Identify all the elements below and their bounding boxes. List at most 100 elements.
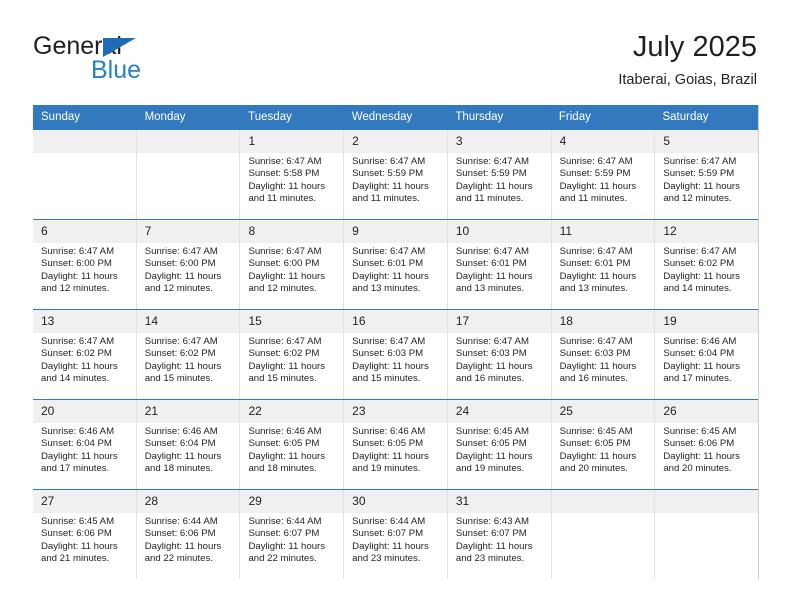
day-cell-9[interactable]: 9 Sunrise: 6:47 AM Sunset: 6:01 PM Daylight… — [343, 220, 447, 309]
day-cell-18[interactable]: 18 Sunrise: 6:47 AM Sunset: 6:03 PM Dayligh… — [550, 310, 655, 399]
day-cell-20[interactable]: 20 Sunrise: 6:46 AM Sunset: 6:04 PM Dayligh… — [33, 400, 136, 489]
day-cell-11[interactable]: 11 Sunrise: 6:47 AM Sunset: 6:01 PM Dayligh… — [550, 220, 655, 309]
sunrise-text: Sunrise: 6:47 AM — [559, 336, 633, 347]
day-number: 13 — [33, 310, 136, 333]
sunrise-text: Sunrise: 6:46 AM — [663, 336, 737, 347]
sunrise-text: Sunrise: 6:43 AM — [455, 516, 529, 527]
day-number: 21 — [136, 400, 240, 423]
daylight-text: Daylight: 11 hours and 16 minutes. — [455, 360, 533, 385]
day-cell-19[interactable]: 19 Sunrise: 6:46 AM Sunset: 6:04 PM Dayligh… — [654, 310, 759, 399]
sunset-text: Sunset: 6:05 PM — [352, 438, 424, 450]
day-details: Sunrise: 6:43 AM Sunset: 6:07 PM Daylight:… — [448, 513, 551, 566]
day-details: Sunrise: 6:47 AM Sunset: 6:02 PM Daylight:… — [33, 333, 136, 386]
calendar-week-row: 27 Sunrise: 6:45 AM Sunset: 6:06 PM Dayligh… — [33, 489, 759, 579]
sunset-text: Sunset: 5:59 PM — [663, 168, 735, 180]
day-cell-13[interactable]: 13 Sunrise: 6:47 AM Sunset: 6:02 PM Dayligh… — [33, 310, 136, 399]
day-details: Sunrise: 6:47 AM Sunset: 5:59 PM Daylight:… — [655, 153, 758, 206]
day-number: 7 — [136, 220, 240, 243]
daylight-text: Daylight: 11 hours and 23 minutes. — [455, 540, 533, 565]
day-details: Sunrise: 6:45 AM Sunset: 6:05 PM Daylight:… — [448, 423, 551, 476]
day-details: Sunrise: 6:47 AM Sunset: 6:02 PM Daylight:… — [137, 333, 240, 386]
day-cell-30[interactable]: 30 Sunrise: 6:44 AM Sunset: 6:07 PM Dayligh… — [343, 490, 447, 579]
sunrise-text: Sunrise: 6:47 AM — [663, 156, 737, 167]
day-details: Sunrise: 6:45 AM Sunset: 6:06 PM Daylight:… — [655, 423, 758, 476]
sunrise-text: Sunrise: 6:47 AM — [455, 336, 529, 347]
day-cell-6[interactable]: 6 Sunrise: 6:47 AM Sunset: 6:00 PM Daylight… — [33, 220, 136, 309]
day-cell-29[interactable]: 29 Sunrise: 6:44 AM Sunset: 6:07 PM Dayligh… — [239, 490, 344, 579]
day-cell-1[interactable]: 1 Sunrise: 6:47 AM Sunset: 5:58 PM Daylight… — [239, 130, 344, 219]
day-cell-21[interactable]: 21 Sunrise: 6:46 AM Sunset: 6:04 PM Dayligh… — [135, 400, 240, 489]
day-cell-2[interactable]: 2 Sunrise: 6:47 AM Sunset: 5:59 PM Daylight… — [343, 130, 447, 219]
day-cell-16[interactable]: 16 Sunrise: 6:47 AM Sunset: 6:03 PM Dayligh… — [343, 310, 447, 399]
sunset-text: Sunset: 6:01 PM — [455, 258, 527, 270]
sunset-text: Sunset: 6:05 PM — [455, 438, 527, 450]
day-details: Sunrise: 6:47 AM Sunset: 6:01 PM Daylight:… — [344, 243, 447, 296]
daylight-text: Daylight: 11 hours and 12 minutes. — [248, 270, 326, 295]
day-details: Sunrise: 6:47 AM Sunset: 5:59 PM Daylight:… — [552, 153, 655, 206]
sunrise-text: Sunrise: 6:45 AM — [663, 426, 737, 437]
daylight-text: Daylight: 11 hours and 19 minutes. — [352, 450, 429, 475]
triangle-icon — [103, 38, 136, 57]
sunset-text: Sunset: 6:03 PM — [455, 348, 527, 360]
daylight-text: Daylight: 11 hours and 22 minutes. — [144, 540, 222, 565]
day-cell-17[interactable]: 17 Sunrise: 6:47 AM Sunset: 6:03 PM Dayligh… — [446, 310, 551, 399]
sunset-text: Sunset: 6:01 PM — [352, 258, 424, 270]
sunset-text: Sunset: 6:07 PM — [352, 528, 424, 540]
page-header: General Blue July 2025 Itaberai, Goias, … — [33, 31, 757, 94]
daylight-text: Daylight: 11 hours and 18 minutes. — [248, 450, 326, 475]
daylight-text: Daylight: 11 hours and 11 minutes. — [559, 180, 637, 205]
sunrise-text: Sunrise: 6:46 AM — [41, 426, 115, 437]
sunset-text: Sunset: 5:59 PM — [559, 168, 631, 180]
calendar-week-row: 1 Sunrise: 6:47 AM Sunset: 5:58 PM Daylight… — [33, 130, 759, 219]
day-number: 30 — [344, 490, 447, 513]
day-number: 23 — [344, 400, 447, 423]
day-details: Sunrise: 6:46 AM Sunset: 6:04 PM Daylight:… — [33, 423, 136, 476]
day-details: Sunrise: 6:44 AM Sunset: 6:07 PM Daylight:… — [344, 513, 447, 566]
day-details: Sunrise: 6:47 AM Sunset: 6:01 PM Daylight:… — [448, 243, 551, 296]
sunset-text: Sunset: 6:04 PM — [41, 438, 112, 450]
day-details: Sunrise: 6:44 AM Sunset: 6:06 PM Daylight:… — [137, 513, 240, 566]
day-cell-24[interactable]: 24 Sunrise: 6:45 AM Sunset: 6:05 PM Dayligh… — [446, 400, 551, 489]
sunset-text: Sunset: 6:00 PM — [41, 258, 112, 270]
sunset-text: Sunset: 5:59 PM — [455, 168, 527, 180]
logo[interactable]: General Blue — [33, 32, 293, 90]
weekday-header-friday: Friday — [558, 111, 591, 123]
sunrise-text: Sunrise: 6:44 AM — [248, 516, 322, 527]
sunset-text: Sunset: 6:02 PM — [41, 348, 112, 360]
daylight-text: Daylight: 11 hours and 22 minutes. — [248, 540, 326, 565]
weekday-header-tuesday: Tuesday — [248, 111, 292, 123]
calendar-body: 1 Sunrise: 6:47 AM Sunset: 5:58 PM Daylight… — [33, 130, 759, 579]
day-number: 28 — [136, 490, 240, 513]
day-cell-3[interactable]: 3 Sunrise: 6:47 AM Sunset: 5:59 PM Daylight… — [446, 130, 551, 219]
daylight-text: Daylight: 11 hours and 12 minutes. — [144, 270, 222, 295]
calendar-grid: Sunday Monday Tuesday Wednesday Thursday Frid… — [33, 105, 759, 579]
day-number: 19 — [655, 310, 759, 333]
day-details: Sunrise: 6:47 AM Sunset: 5:58 PM Daylight:… — [240, 153, 343, 206]
day-cell-23[interactable]: 23 Sunrise: 6:46 AM Sunset: 6:05 PM Dayligh… — [343, 400, 447, 489]
sunrise-text: Sunrise: 6:46 AM — [248, 426, 322, 437]
day-cell-5[interactable]: 5 Sunrise: 6:47 AM Sunset: 5:59 PM Daylight… — [654, 130, 759, 219]
day-cell-22[interactable]: 22 Sunrise: 6:46 AM Sunset: 6:05 PM Dayligh… — [239, 400, 344, 489]
day-cell-26[interactable]: 26 Sunrise: 6:45 AM Sunset: 6:06 PM Dayligh… — [654, 400, 759, 489]
day-cell-28[interactable]: 28 Sunrise: 6:44 AM Sunset: 6:06 PM Dayligh… — [135, 490, 240, 579]
sunset-text: Sunset: 6:05 PM — [559, 438, 631, 450]
day-cell-8[interactable]: 8 Sunrise: 6:47 AM Sunset: 6:00 PM Daylight… — [239, 220, 344, 309]
day-cell-31[interactable]: 31 Sunrise: 6:43 AM Sunset: 6:07 PM Dayligh… — [446, 490, 551, 579]
day-details: Sunrise: 6:46 AM Sunset: 6:04 PM Daylight:… — [137, 423, 240, 476]
day-cell-14[interactable]: 14 Sunrise: 6:47 AM Sunset: 6:02 PM Dayligh… — [135, 310, 240, 399]
day-number: 27 — [33, 490, 136, 513]
day-number — [136, 130, 240, 153]
sunset-text: Sunset: 6:06 PM — [144, 528, 216, 540]
day-cell-10[interactable]: 10 Sunrise: 6:47 AM Sunset: 6:01 PM Dayligh… — [446, 220, 551, 309]
day-cell-7[interactable]: 7 Sunrise: 6:47 AM Sunset: 6:00 PM Daylight… — [135, 220, 240, 309]
day-cell-12[interactable]: 12 Sunrise: 6:47 AM Sunset: 6:02 PM Dayligh… — [654, 220, 759, 309]
sunrise-text: Sunrise: 6:47 AM — [248, 246, 322, 257]
day-cell-25[interactable]: 25 Sunrise: 6:45 AM Sunset: 6:05 PM Dayligh… — [550, 400, 655, 489]
day-cell-4[interactable]: 4 Sunrise: 6:47 AM Sunset: 5:59 PM Daylight… — [550, 130, 655, 219]
day-details: Sunrise: 6:47 AM Sunset: 6:00 PM Daylight:… — [137, 243, 240, 296]
day-cell-15[interactable]: 15 Sunrise: 6:47 AM Sunset: 6:02 PM Dayligh… — [239, 310, 344, 399]
weekday-header-saturday: Saturday — [662, 111, 709, 123]
day-cell-empty — [33, 130, 136, 219]
sunrise-text: Sunrise: 6:47 AM — [248, 156, 322, 167]
day-cell-27[interactable]: 27 Sunrise: 6:45 AM Sunset: 6:06 PM Dayligh… — [33, 490, 136, 579]
